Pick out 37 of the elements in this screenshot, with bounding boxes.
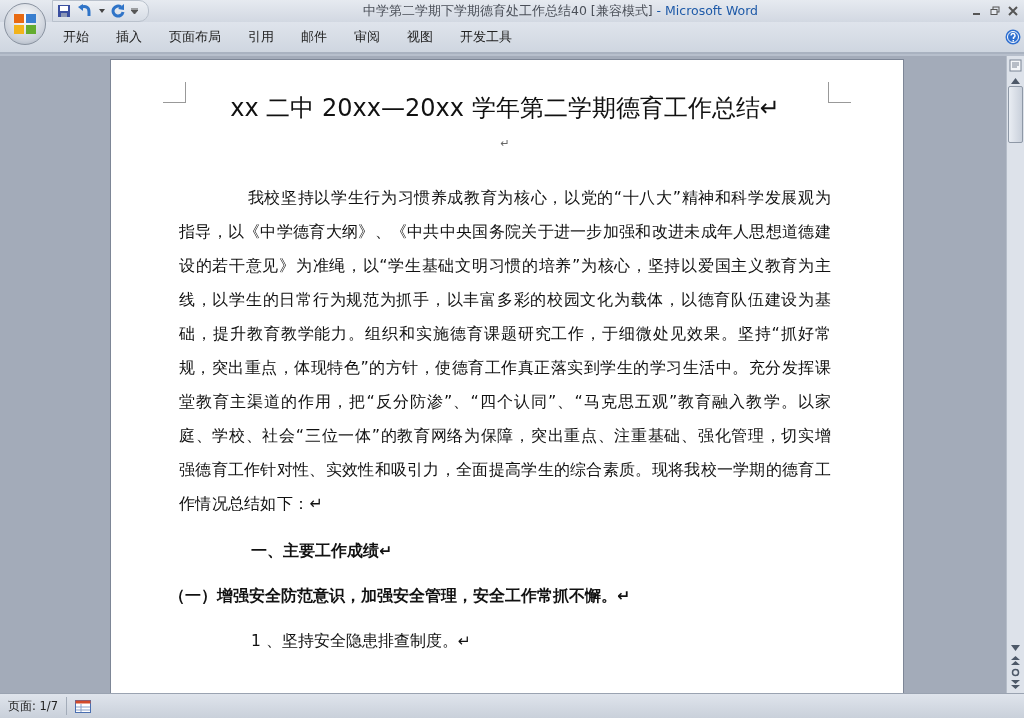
margin-corner-mark (828, 82, 851, 103)
ribbon-tab[interactable]: 插入 (105, 25, 153, 49)
margin-corner-mark (163, 82, 186, 103)
page-count[interactable]: 页面: 1/7 (0, 697, 68, 715)
ribbon-tab[interactable]: 开始 (52, 25, 100, 49)
ribbon-tab[interactable]: 开发工具 (449, 25, 523, 49)
restore-icon[interactable] (990, 6, 1000, 16)
window-title: 中学第二学期下学期德育处工作总结40 [兼容模式] (362, 2, 653, 18)
paragraph-mark: ↵ (499, 137, 511, 152)
redo-icon[interactable] (111, 4, 125, 18)
list-item: 1 、坚持安全隐患排查制度。↵ (251, 631, 472, 652)
subsection-heading: （一）增强安全防范意识，加强安全管理，安全工作常抓不懈。↵ (169, 586, 631, 607)
save-icon[interactable] (57, 4, 71, 18)
title-separator: - (656, 2, 662, 18)
next-page-icon[interactable] (1011, 680, 1020, 689)
document-title: xx 二中 20xx—20xx 学年第二学期德育工作总结↵ (229, 93, 781, 123)
previous-page-icon[interactable] (1011, 656, 1020, 665)
close-icon[interactable] (1008, 6, 1018, 16)
ribbon-tab[interactable]: 页面布局 (158, 25, 232, 49)
scroll-up-icon[interactable] (1011, 78, 1020, 84)
browse-object-icon[interactable] (1011, 668, 1020, 677)
ribbon-tab[interactable]: 邮件 (290, 25, 338, 49)
app-name: Microsoft Word (665, 2, 759, 18)
dropdown-icon[interactable] (99, 9, 105, 13)
scroll-down-icon[interactable] (1011, 645, 1020, 651)
help-icon[interactable] (1005, 29, 1021, 45)
ribbon-tab[interactable]: 视图 (396, 25, 444, 49)
ribbon-tab[interactable]: 审阅 (343, 25, 391, 49)
undo-icon[interactable] (77, 4, 93, 18)
customize-icon[interactable] (131, 8, 138, 14)
section-heading: 一、主要工作成绩↵ (251, 541, 393, 562)
body-paragraph: 我校坚持以学生行为习惯养成教育为核心，以党的“十八大”精神和科学发展观为指导，以《中学德育大纲》、《中共中央国务院关于进一步加强和改进未成年人思想道德建设的若干意见》为准绳，以“学生基础文明习惯的培养”为核心，坚持以爱国主义教育为主线，以学生的日常行为规范为抓手，以丰富多彩的校园文化为载体，以德育队伍建设为基础，提升教育教学能力。组织和实施德育课题研究工作，于细微处见效果。坚持“抓好常规，突出重点，体现特色”的方针，使德育工作真正落实到学生的学习生活中。充分发挥课堂教育主渠道的作用，把“反分防渗”、“四个认同”、“马克思五观”教育融入教学。以家庭、学校、社会“三位一体”的教育网络为保障，突出重点、注重基础、强化管理，切实增强德育工作针对性、实效性和吸引力，全面提高学生的综合素质。现将我校一学期的德育工作情况总结如下：↵ (179, 187, 831, 515)
spreadsheet-icon[interactable] (75, 699, 92, 713)
ribbon-tab[interactable]: 引用 (237, 25, 285, 49)
office-button[interactable] (4, 3, 46, 45)
office-logo-icon (12, 11, 38, 37)
scrollbar-thumb[interactable] (1008, 86, 1023, 143)
